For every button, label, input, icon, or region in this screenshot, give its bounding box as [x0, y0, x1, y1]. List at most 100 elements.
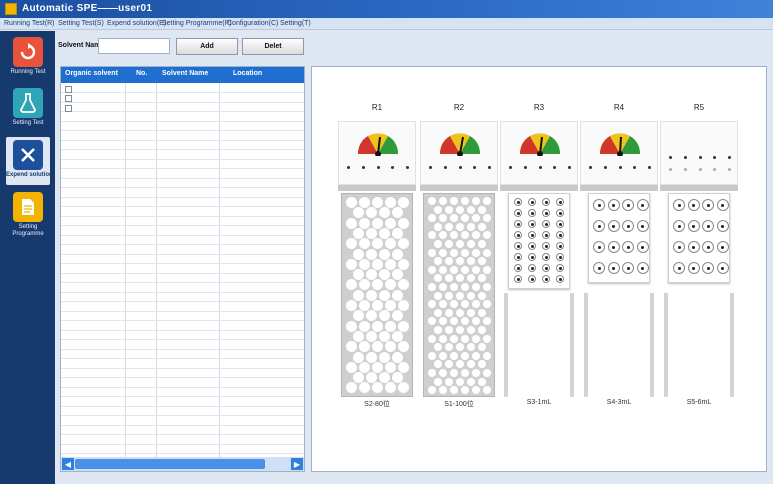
vial-slot[interactable] — [514, 209, 522, 217]
plate-hole[interactable] — [466, 343, 475, 352]
plate-hole[interactable] — [346, 320, 357, 332]
plate-hole[interactable] — [372, 258, 383, 270]
vial-slot[interactable] — [542, 198, 550, 206]
plate-hole[interactable] — [450, 265, 458, 274]
vial-slot[interactable] — [514, 242, 522, 250]
plate-hole[interactable] — [398, 197, 409, 208]
plate-hole[interactable] — [444, 274, 453, 283]
plate-hole[interactable] — [365, 248, 377, 260]
plate-hole[interactable] — [398, 217, 409, 229]
plate-hole[interactable] — [483, 300, 491, 309]
menu-setting-test[interactable]: Setting Test(S) — [58, 20, 104, 27]
plate-hole[interactable] — [346, 361, 357, 373]
scroll-left-icon[interactable]: ◀ — [62, 458, 74, 470]
plate-hole[interactable] — [461, 265, 469, 274]
menu-running-test[interactable]: Running Test(R) — [4, 20, 54, 27]
plate-hole[interactable] — [372, 300, 383, 311]
plate-hole[interactable] — [391, 330, 403, 342]
plate-hole[interactable] — [352, 248, 364, 260]
plate-hole[interactable] — [428, 351, 436, 360]
plate-hole[interactable] — [439, 351, 447, 360]
vial-slot[interactable] — [687, 199, 700, 211]
plate-hole[interactable] — [346, 197, 357, 208]
plate-hole[interactable] — [450, 248, 458, 257]
row-checkbox[interactable] — [65, 86, 72, 93]
vial-slot[interactable] — [687, 220, 700, 232]
plate-hole[interactable] — [385, 217, 396, 229]
plate-hole[interactable] — [385, 238, 396, 250]
plate-hole[interactable] — [483, 317, 491, 326]
vial-slot[interactable] — [528, 253, 536, 261]
plate-hole[interactable] — [346, 258, 357, 270]
plate-hole[interactable] — [455, 240, 464, 248]
plate-hole[interactable] — [466, 377, 475, 386]
horizontal-scrollbar[interactable]: ◀ ▶ — [61, 457, 304, 471]
vial-slot[interactable] — [556, 220, 564, 228]
plate-hole[interactable] — [391, 310, 403, 322]
plate-hole[interactable] — [472, 300, 480, 309]
column-header-organic-solvent[interactable]: Organic solvent — [65, 70, 118, 77]
vial-slot[interactable] — [542, 220, 550, 228]
plate-hole[interactable] — [483, 283, 491, 291]
plate-hole[interactable] — [450, 197, 458, 205]
plate-hole[interactable] — [359, 382, 370, 394]
plate-hole[interactable] — [444, 240, 453, 248]
plate-hole[interactable] — [472, 248, 480, 257]
plate-hole[interactable] — [472, 334, 480, 343]
vial-slot[interactable] — [716, 241, 729, 253]
plate-hole[interactable] — [439, 317, 447, 326]
vial-slot[interactable] — [716, 262, 729, 274]
plate-hole[interactable] — [461, 214, 469, 223]
plate-hole[interactable] — [466, 222, 475, 231]
plate-hole[interactable] — [385, 279, 396, 291]
plate-hole[interactable] — [398, 300, 409, 311]
plate-hole[interactable] — [439, 197, 447, 205]
plate-hole[interactable] — [372, 361, 383, 373]
plate-hole[interactable] — [455, 291, 464, 300]
plate-hole[interactable] — [450, 300, 458, 309]
plate-hole[interactable] — [428, 248, 436, 257]
plate-hole[interactable] — [352, 227, 364, 239]
plate-hole[interactable] — [477, 343, 486, 352]
plate-hole[interactable] — [428, 283, 436, 291]
solvent-name-input[interactable] — [98, 38, 170, 54]
plate-hole[interactable] — [372, 217, 383, 229]
vial-slot[interactable] — [528, 198, 536, 206]
plate-hole[interactable] — [428, 300, 436, 309]
vial-slot[interactable] — [528, 275, 536, 283]
plate-hole[interactable] — [483, 214, 491, 223]
plate-hole[interactable] — [352, 351, 364, 363]
plate-hole[interactable] — [483, 231, 491, 240]
plate-hole[interactable] — [477, 240, 486, 248]
plate-hole[interactable] — [346, 300, 357, 311]
delete-button[interactable]: Delet — [242, 38, 304, 55]
plate-hole[interactable] — [398, 279, 409, 291]
vial-slot[interactable] — [514, 231, 522, 239]
plate-hole[interactable] — [346, 279, 357, 291]
menu-setting[interactable]: Setting(T) — [280, 20, 311, 27]
vial-slot[interactable] — [702, 241, 714, 253]
plate-hole[interactable] — [365, 310, 377, 322]
vial-slot[interactable] — [702, 199, 714, 211]
plate-hole[interactable] — [444, 360, 453, 369]
plate-hole[interactable] — [359, 361, 370, 373]
plate-hole[interactable] — [455, 257, 464, 266]
vial-slot[interactable] — [528, 231, 536, 239]
plate-hole[interactable] — [433, 343, 442, 352]
plate-hole[interactable] — [472, 369, 480, 377]
plate-hole[interactable] — [472, 317, 480, 326]
plate-hole[interactable] — [461, 300, 469, 309]
plate-hole[interactable] — [385, 361, 396, 373]
vial-slot[interactable] — [556, 231, 564, 239]
plate-hole[interactable] — [439, 231, 447, 240]
plate-hole[interactable] — [378, 227, 390, 239]
plate-hole[interactable] — [450, 386, 458, 395]
plate-hole[interactable] — [472, 231, 480, 240]
plate-hole[interactable] — [352, 330, 364, 342]
plate-hole[interactable] — [391, 227, 403, 239]
plate-hole[interactable] — [461, 317, 469, 326]
plate-hole[interactable] — [483, 334, 491, 343]
plate-hole[interactable] — [472, 351, 480, 360]
vial-slot[interactable] — [514, 220, 522, 228]
plate-hole[interactable] — [428, 317, 436, 326]
